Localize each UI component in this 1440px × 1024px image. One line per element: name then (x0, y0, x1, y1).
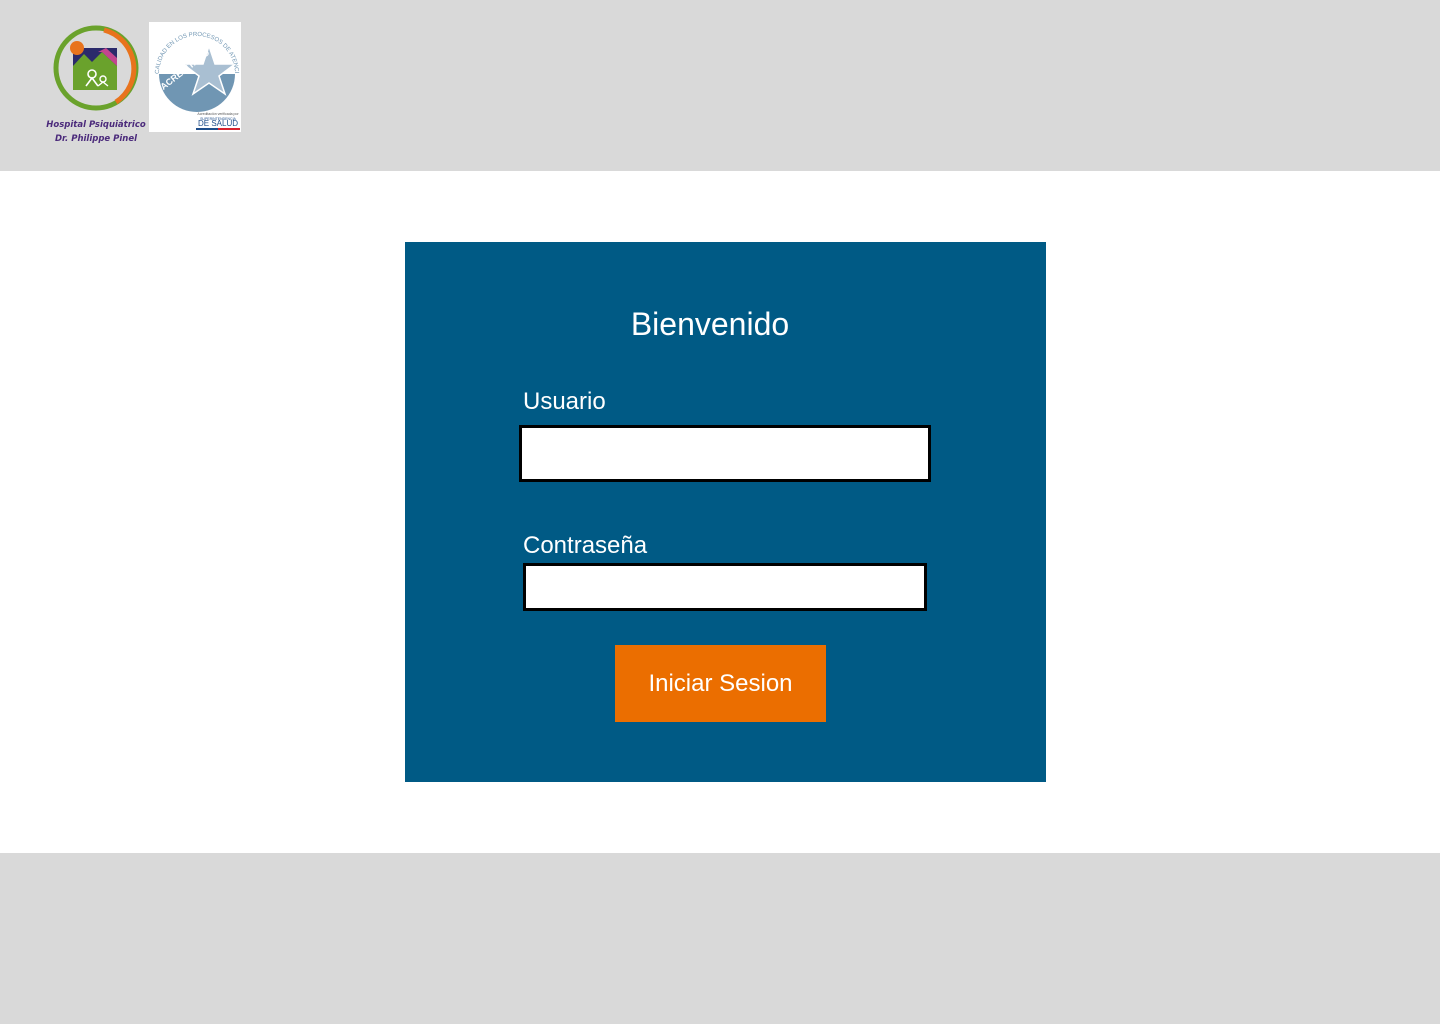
hospital-name-line2: Dr. Philippe Pinel (54, 134, 137, 144)
password-label: Contraseña (523, 532, 648, 559)
seal-flag-rule (196, 128, 240, 130)
username-input[interactable] (519, 425, 931, 482)
login-card: Bienvenido Usuario Contraseña Iniciar Se… (405, 242, 1046, 782)
login-button[interactable]: Iniciar Sesion (615, 645, 826, 722)
seal-authority-line2: DE SALUD (197, 119, 238, 128)
login-title: Bienvenido (630, 306, 790, 342)
password-input[interactable] (523, 563, 927, 611)
hospital-name: Hospital Psiquiátrico Dr. Philippe Pinel (46, 118, 146, 146)
hospital-name-line1: Hospital Psiquiátrico (46, 120, 146, 130)
seal-small-text: Acreditación verificada por (197, 112, 239, 116)
main-content: Bienvenido Usuario Contraseña Iniciar Se… (0, 171, 1440, 853)
hospital-emblem-icon (53, 25, 139, 111)
accreditation-seal: CALIDAD EN LOS PROCESOS DE ATENCIÓN EN S… (147, 17, 241, 132)
page-footer (0, 853, 1440, 1024)
username-label: Usuario (523, 388, 606, 415)
page-header: Hospital Psiquiátrico Dr. Philippe Pinel… (0, 0, 1440, 171)
hospital-logo: Hospital Psiquiátrico Dr. Philippe Pinel (46, 22, 146, 148)
accreditation-star-icon: CALIDAD EN LOS PROCESOS DE ATENCIÓN EN S… (147, 17, 239, 112)
